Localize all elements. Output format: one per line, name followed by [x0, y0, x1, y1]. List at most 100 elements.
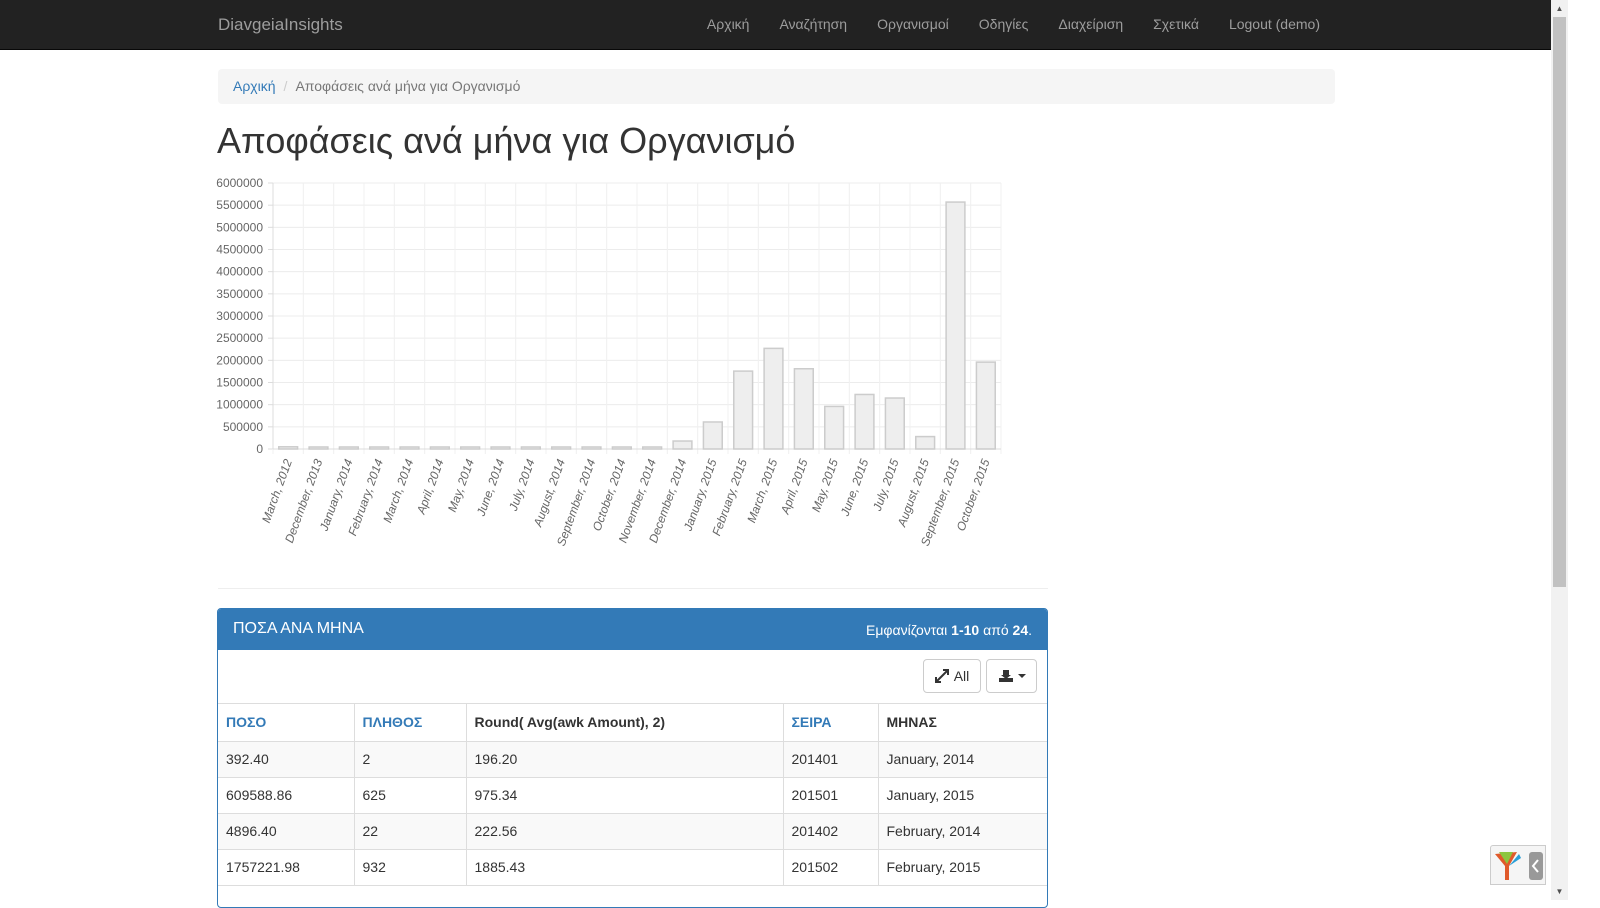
cell-order: 201502: [783, 849, 879, 886]
sort-count-link[interactable]: ΠΛΗΘΟΣ: [363, 714, 423, 730]
cell-month: January, 2015: [878, 777, 1047, 814]
y-tick-label: 1000000: [216, 398, 263, 412]
divider: [218, 588, 1048, 589]
x-tick-label: April, 2015: [778, 457, 811, 517]
page-scrollbar[interactable]: ▲ ▼: [1551, 0, 1568, 900]
brand-link[interactable]: DiavgeiaInsights: [218, 15, 343, 35]
x-tick-label: June, 2015: [838, 457, 872, 519]
panel-title: ΠΟΣΑ ΑΝΑ ΜΗΝΑ: [233, 620, 364, 637]
nav-item-guides[interactable]: Οδηγίες: [964, 0, 1044, 50]
cell-average: 196.20: [466, 741, 784, 778]
debug-toolbar-toggle[interactable]: [1490, 845, 1546, 885]
expand-icon: [934, 669, 949, 683]
y-tick-label: 500000: [223, 420, 263, 434]
chart-bar: [793, 368, 814, 450]
header-month: ΜΗΝΑΣ: [878, 704, 1047, 742]
amounts-panel: ΠΟΣΑ ΑΝΑ ΜΗΝΑ Εμφανίζονται 1-10 από 24. …: [217, 608, 1048, 908]
cell-order: 201402: [783, 813, 879, 850]
nav-item-search[interactable]: Αναζήτηση: [764, 0, 862, 50]
x-tick-label: March, 2014: [380, 457, 416, 525]
breadcrumb: Αρχική / Αποφάσεις ανά μήνα για Οργανισμό: [218, 69, 1335, 104]
x-tick-label: July, 2015: [870, 457, 902, 514]
chart-bar: [884, 397, 905, 450]
chart-bar: [672, 440, 693, 450]
cell-average: 1885.43: [466, 849, 784, 886]
grid-toolbar: All: [218, 650, 1047, 704]
chart-bar: [460, 446, 481, 450]
table-row: 4896.40 22 222.56 201402 February, 2014: [218, 813, 1047, 850]
y-tick-label: 3500000: [216, 287, 263, 301]
cell-count: 932: [354, 849, 467, 886]
scroll-up-arrow-icon[interactable]: ▲: [1551, 0, 1568, 17]
x-tick-label: March, 2015: [744, 457, 780, 525]
chart-bar: [702, 421, 723, 450]
cell-count: 625: [354, 777, 467, 814]
nav-item-logout[interactable]: Logout (demo): [1214, 0, 1335, 50]
chart-bar: [945, 201, 966, 450]
x-tick-label: July, 2014: [506, 457, 538, 514]
nav-item-about[interactable]: Σχετικά: [1138, 0, 1214, 50]
caret-down-icon: [1017, 674, 1026, 678]
scrollbar-thumb[interactable]: [1553, 17, 1566, 587]
cell-average: 222.56: [466, 813, 784, 850]
panel-heading: ΠΟΣΑ ΑΝΑ ΜΗΝΑ Εμφανίζονται 1-10 από 24.: [218, 609, 1047, 650]
nav-item-home[interactable]: Αρχική: [692, 0, 765, 50]
header-average: Round( Avg(awk Amount), 2): [466, 704, 784, 742]
chart-bar: [854, 393, 875, 450]
y-tick-label: 4000000: [216, 265, 263, 279]
chart-bar: [490, 446, 511, 450]
cell-amount: 4896.40: [218, 813, 355, 850]
cell-order: 201401: [783, 741, 879, 778]
x-tick-label: March, 2012: [259, 457, 295, 525]
summary-suffix: .: [1028, 622, 1032, 638]
table-row: 609588.86 625 975.34 201501 January, 201…: [218, 777, 1047, 814]
show-all-button[interactable]: All: [923, 659, 981, 693]
scroll-down-arrow-icon[interactable]: ▼: [1551, 883, 1568, 900]
page-title: Αποφάσεις ανά μήνα για Οργανισμό: [217, 120, 796, 161]
chart-bar: [975, 361, 996, 450]
cell-month: February, 2015: [878, 849, 1047, 886]
header-count[interactable]: ΠΛΗΘΟΣ: [354, 704, 467, 742]
y-tick-label: 5500000: [216, 198, 263, 212]
export-icon: [998, 670, 1013, 682]
x-tick-label: June, 2014: [474, 457, 508, 519]
chart-bar: [763, 347, 784, 450]
nav-menu: Αρχική Αναζήτηση Οργανισμοί Οδηγίες Διαχ…: [692, 0, 1335, 50]
header-amount[interactable]: ΠΟΣΟ: [218, 704, 355, 742]
chart-bar: [642, 446, 663, 450]
export-dropdown-button[interactable]: [986, 659, 1037, 693]
breadcrumb-home-link[interactable]: Αρχική: [233, 78, 276, 94]
amounts-table: ΠΟΣΟ ΠΛΗΘΟΣ Round( Avg(awk Amount), 2) Σ…: [218, 704, 1047, 886]
cell-average: 975.34: [466, 777, 784, 814]
breadcrumb-current: Αποφάσεις ανά μήνα για Οργανισμό: [295, 78, 521, 94]
chart-bar: [824, 405, 845, 450]
x-tick-label: April, 2014: [414, 457, 447, 517]
chart-bar: [369, 446, 390, 450]
sort-order-link[interactable]: ΣΕΙΡΑ: [792, 714, 832, 730]
chart-bar: [278, 446, 299, 450]
cell-count: 2: [354, 741, 467, 778]
header-order[interactable]: ΣΕΙΡΑ: [783, 704, 879, 742]
y-tick-label: 5000000: [216, 220, 263, 234]
y-tick-label: 2000000: [216, 353, 263, 367]
nav-item-admin[interactable]: Διαχείριση: [1043, 0, 1138, 50]
cell-count: 22: [354, 813, 467, 850]
sort-amount-link[interactable]: ΠΟΣΟ: [226, 714, 266, 730]
breadcrumb-separator: /: [283, 78, 288, 94]
cell-month: January, 2014: [878, 741, 1047, 778]
bar-chart: 6000000550000050000004500000400000035000…: [216, 176, 1002, 548]
summary-prefix: Εμφανίζονται: [866, 622, 948, 638]
summary-mid: από: [983, 622, 1009, 638]
chart-bar: [520, 446, 541, 450]
y-tick-label: 1500000: [216, 376, 263, 390]
x-tick-label: May, 2014: [445, 457, 477, 514]
y-tick-label: 6000000: [216, 176, 263, 190]
pagination-summary: Εμφανίζονται 1-10 από 24.: [866, 622, 1032, 638]
chart-bar: [611, 446, 632, 450]
cell-amount: 392.40: [218, 741, 355, 778]
x-tick-label: May, 2015: [809, 457, 841, 514]
chart-bar: [308, 446, 329, 450]
nav-item-organizations[interactable]: Οργανισμοί: [862, 0, 964, 50]
cell-order: 201501: [783, 777, 879, 814]
table-header-row: ΠΟΣΟ ΠΛΗΘΟΣ Round( Avg(awk Amount), 2) Σ…: [218, 704, 1047, 742]
